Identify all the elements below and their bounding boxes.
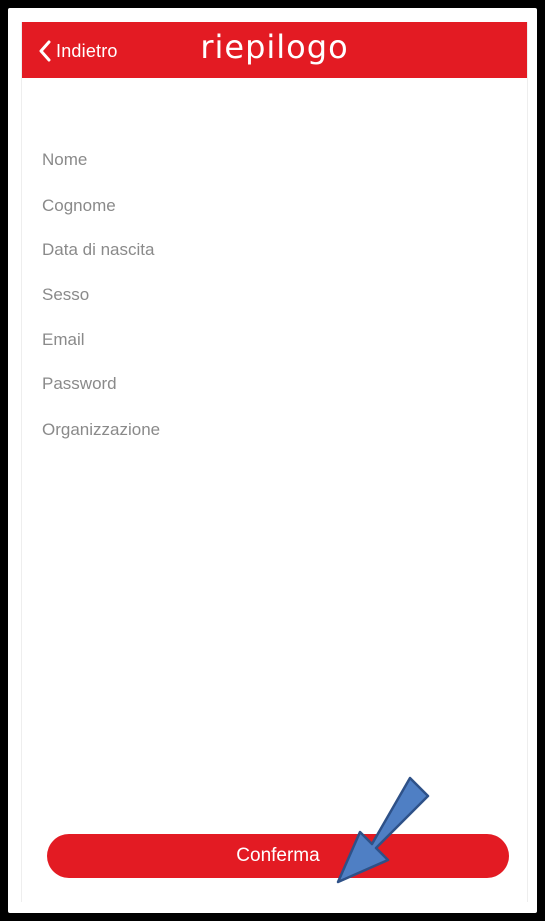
confirm-button[interactable]: Conferma: [47, 834, 509, 878]
field-row-email: Email: [42, 330, 512, 354]
field-label-organizzazione: Organizzazione: [42, 420, 161, 439]
field-label-data-di-nascita: Data di nascita: [42, 240, 155, 259]
field-row-nome: Nome: [42, 150, 512, 174]
page-title: riepilogo: [200, 28, 349, 66]
field-label-password: Password: [42, 374, 117, 393]
screenshot-frame: Indietro riepilogo Nome Cognome Data di …: [0, 0, 545, 921]
field-row-data-di-nascita: Data di nascita: [42, 240, 512, 264]
field-row-organizzazione: Organizzazione: [42, 420, 512, 444]
field-row-password: Password: [42, 374, 512, 398]
field-label-nome: Nome: [42, 150, 88, 169]
app-screen: Indietro riepilogo Nome Cognome Data di …: [21, 22, 528, 902]
field-label-email: Email: [42, 330, 85, 349]
field-label-cognome: Cognome: [42, 196, 116, 215]
field-row-cognome: Cognome: [42, 196, 512, 220]
field-label-sesso: Sesso: [42, 285, 90, 304]
field-row-sesso: Sesso: [42, 285, 512, 309]
confirm-button-label: Conferma: [236, 845, 320, 866]
navigation-bar: Indietro riepilogo: [22, 22, 527, 78]
